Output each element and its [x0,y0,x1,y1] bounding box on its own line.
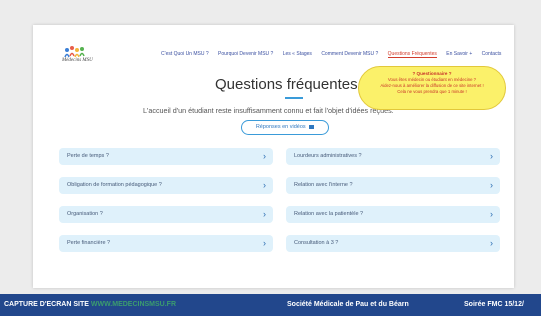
footer-event: Soirée FMC 15/12/ [464,301,524,308]
faq-label: Organisation ? [67,211,103,217]
faq-consultation-a-3[interactable]: Consultation à 3 ? › [286,235,500,252]
chevron-right-icon: › [263,238,266,248]
slide-footer: CAPTURE D'ECRAN SITE WWW.MEDECINSMSU.FR … [0,294,541,316]
videos-button[interactable]: Réponses en vidéos [241,120,329,135]
videos-button-label: Réponses en vidéos [255,124,306,130]
nav-item-stages[interactable]: Les « Stages [283,51,312,57]
footer-url: WWW.MEDECINSMSU.FR [90,301,177,308]
faq-organisation[interactable]: Organisation ? › [59,206,273,223]
nav-item-en-savoir-plus[interactable]: En Savoir + [446,51,472,57]
faq-label: Lourdeurs administratives ? [294,153,362,159]
capture-label-text: CAPTURE D'ECRAN SITE [4,301,89,308]
title-underline [285,97,303,99]
faq-label: Perte financière ? [67,240,111,246]
faq-relation-patientele[interactable]: Relation avec la patientèle ? › [286,206,500,223]
faq-lourdeurs-administratives[interactable]: Lourdeurs administratives ? › [286,148,500,165]
nav-item-comment[interactable]: Comment Devenir MSU ? [321,51,378,57]
faq-label: Perte de temps ? [67,153,109,159]
nav-item-pourquoi[interactable]: Pourquoi Devenir MSU ? [218,51,273,57]
chevron-right-icon: › [490,151,493,161]
chevron-right-icon: › [263,209,266,219]
faq-label: Consultation à 3 ? [294,240,339,246]
website-page: Médecins MSU C'est Quoi Un MSU ? Pourquo… [33,25,514,288]
faq-perte-financiere[interactable]: Perte financière ? › [59,235,273,252]
chevron-right-icon: › [490,180,493,190]
faq-label: Obligation de formation pédagogique ? [67,182,162,188]
main-menu: C'est Quoi Un MSU ? Pourquoi Devenir MSU… [161,51,509,58]
chevron-right-icon: › [263,151,266,161]
survey-bubble[interactable]: ? Questionnaire ? Vous êtes médecin ou é… [358,66,506,110]
video-camera-icon [309,124,315,129]
footer-capture-label: CAPTURE D'ECRAN SITE WWW.MEDECINSMSU.FR [4,294,176,316]
chevron-right-icon: › [263,180,266,190]
faq-obligation-formation[interactable]: Obligation de formation pédagogique ? › [59,177,273,194]
survey-line-3: Cela ne vous prendra que 1 minute ! [397,89,467,94]
page-title: Questions fréquentes [215,76,358,93]
nav-item-cest-quoi[interactable]: C'est Quoi Un MSU ? [161,51,209,57]
faq-label: Relation avec la patientèle ? [294,211,364,217]
chevron-right-icon: › [490,238,493,248]
footer-society: Société Médicale de Pau et du Béarn [287,301,409,308]
nav-item-questions-frequentes[interactable]: Questions Fréquentes [387,51,437,58]
nav-item-contacts[interactable]: Contacts [482,51,502,57]
faq-perte-de-temps[interactable]: Perte de temps ? › [59,148,273,165]
chevron-right-icon: › [490,209,493,219]
logo-text: Médecins MSU [62,58,93,63]
top-navigation: Médecins MSU C'est Quoi Un MSU ? Pourquo… [33,25,514,69]
faq-relation-interne[interactable]: Relation avec l'interne ? › [286,177,500,194]
faq-label: Relation avec l'interne ? [294,182,353,188]
